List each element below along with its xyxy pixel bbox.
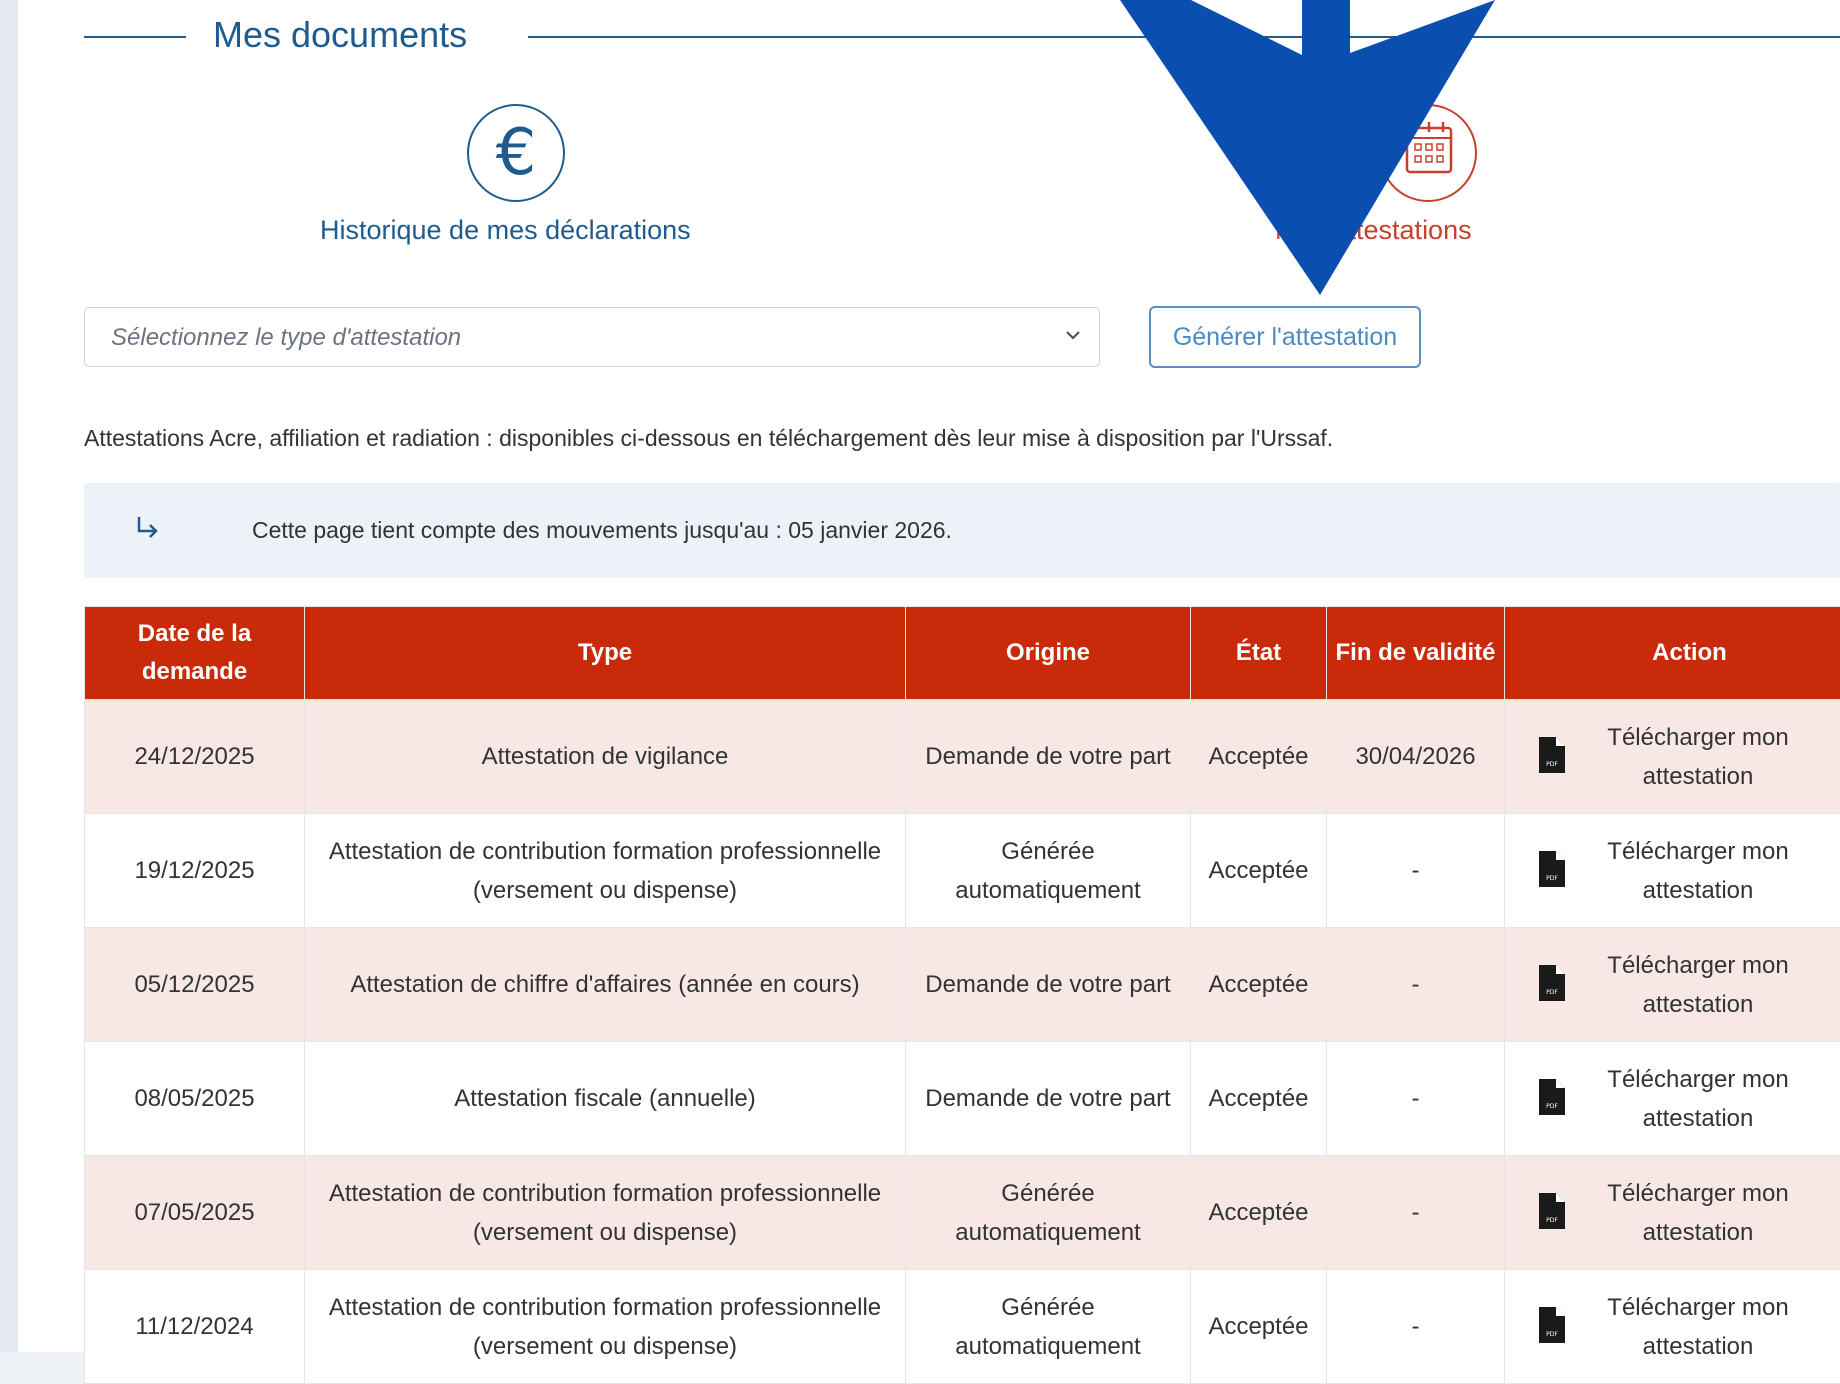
pdf-file-icon[interactable]: PDF [1539,737,1565,773]
table-row: 08/05/2025 Attestation fiscale (annuelle… [85,1042,1840,1156]
select-placeholder: Sélectionnez le type d'attestation [111,324,461,352]
cell-end: - [1327,1156,1505,1270]
generate-certificate-button[interactable]: Générer l'attestation [1149,306,1421,368]
cell-action: PDF Télécharger mon attestation [1505,1156,1840,1270]
cell-type: Attestation fiscale (annuelle) [305,1042,906,1156]
chevron-down-icon [1063,325,1083,345]
header-origin: Origine [906,607,1191,700]
cell-state: Acceptée [1191,1042,1327,1156]
cell-action: PDF Télécharger mon attestation [1505,1270,1840,1384]
cell-end: - [1327,1270,1505,1384]
cell-date: 24/12/2025 [85,700,305,814]
table-row: 24/12/2025 Attestation de vigilance Dema… [85,700,1840,814]
cell-origin: Demande de votre part [906,700,1191,814]
certificates-table: Date de la demande Type Origine État Fin… [84,606,1840,1384]
certificate-type-select[interactable]: Sélectionnez le type d'attestation [84,307,1100,367]
cell-date: 19/12/2025 [85,814,305,928]
table-row: 07/05/2025 Attestation de contribution f… [85,1156,1840,1270]
cell-state: Acceptée [1191,1156,1327,1270]
pdf-file-icon[interactable]: PDF [1539,1079,1565,1115]
cell-origin: Générée automatiquement [906,814,1191,928]
pdf-file-icon[interactable]: PDF [1539,965,1565,1001]
notice-text: Cette page tient compte des mouvements j… [252,517,952,544]
cell-type: Attestation de vigilance [305,700,906,814]
cell-type: Attestation de contribution formation pr… [305,1156,906,1270]
cell-end: - [1327,928,1505,1042]
svg-text:PDF: PDF [1546,761,1558,768]
table-header-row: Date de la demande Type Origine État Fin… [85,607,1840,700]
cell-date: 11/12/2024 [85,1270,305,1384]
header-date: Date de la demande [85,607,305,700]
update-notice: Cette page tient compte des mouvements j… [84,483,1840,578]
pdf-file-icon[interactable]: PDF [1539,1193,1565,1229]
cell-date: 07/05/2025 [85,1156,305,1270]
cell-date: 05/12/2025 [85,928,305,1042]
svg-text:PDF: PDF [1546,1217,1558,1224]
documents-panel: Mes documents € Historique de mes déclar… [18,0,1840,1352]
pdf-file-icon[interactable]: PDF [1539,851,1565,887]
cell-state: Acceptée [1191,928,1327,1042]
table-row: 11/12/2024 Attestation de contribution f… [85,1270,1840,1384]
page-background-strip [0,0,18,1352]
pdf-file-icon[interactable]: PDF [1539,1307,1565,1343]
cell-origin: Demande de votre part [906,1042,1191,1156]
info-text: Attestations Acre, affiliation et radiat… [84,425,1333,452]
section-title: Mes documents [213,14,467,56]
cell-origin: Demande de votre part [906,928,1191,1042]
svg-text:PDF: PDF [1546,1103,1558,1110]
cell-origin: Générée automatiquement [906,1156,1191,1270]
cell-type: Attestation de chiffre d'affaires (année… [305,928,906,1042]
euro-icon[interactable]: € [467,104,565,202]
cell-state: Acceptée [1191,700,1327,814]
header-state: État [1191,607,1327,700]
table-row: 05/12/2025 Attestation de chiffre d'affa… [85,928,1840,1042]
header-action: Action [1505,607,1840,700]
cell-action: PDF Télécharger mon attestation [1505,700,1840,814]
svg-text:PDF: PDF [1546,875,1558,882]
down-arrow-icon [1120,0,1520,300]
cell-state: Acceptée [1191,1270,1327,1384]
cell-type: Attestation de contribution formation pr… [305,1270,906,1384]
table-row: 19/12/2025 Attestation de contribution f… [85,814,1840,928]
svg-text:PDF: PDF [1546,1331,1558,1338]
cell-state: Acceptée [1191,814,1327,928]
header-end: Fin de validité [1327,607,1505,700]
cell-action: PDF Télécharger mon attestation [1505,928,1840,1042]
header-divider-left [84,36,186,38]
cell-end: - [1327,1042,1505,1156]
cell-end: 30/04/2026 [1327,700,1505,814]
history-link[interactable]: Historique de mes déclarations [320,215,691,246]
cell-type: Attestation de contribution formation pr… [305,814,906,928]
cell-date: 08/05/2025 [85,1042,305,1156]
cell-action: PDF Télécharger mon attestation [1505,814,1840,928]
euro-symbol: € [469,106,563,200]
svg-text:PDF: PDF [1546,989,1558,996]
cell-end: - [1327,814,1505,928]
header-type: Type [305,607,906,700]
cell-action: PDF Télécharger mon attestation [1505,1042,1840,1156]
return-arrow-icon [134,513,162,541]
section-header: Mes documents [18,0,1840,72]
cell-origin: Générée automatiquement [906,1270,1191,1384]
